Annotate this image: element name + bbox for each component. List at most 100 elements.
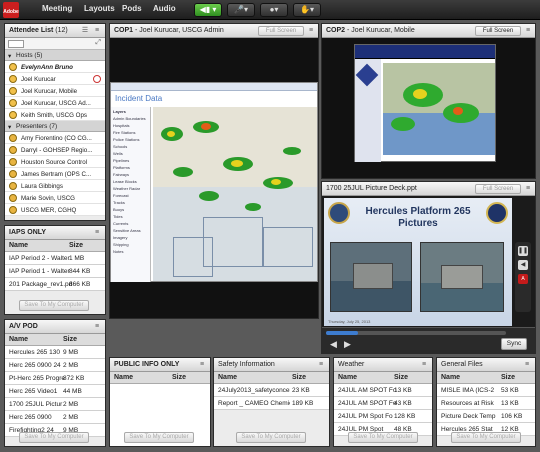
file-row[interactable]: MISLE IMA (ICS-2 53 KB bbox=[437, 384, 535, 397]
size-column-header[interactable]: Size bbox=[69, 242, 83, 249]
file-row[interactable]: Picture Deck Temp 106 KB bbox=[437, 410, 535, 423]
layer-item[interactable]: Tides bbox=[113, 214, 123, 219]
attendee-row[interactable]: Joel Kurucar, Mobile bbox=[5, 85, 105, 97]
layer-item[interactable]: Currents bbox=[113, 221, 128, 226]
expand-icon[interactable]: ⤢ bbox=[95, 39, 101, 47]
hosts-group[interactable]: ▾ Hosts (5) bbox=[5, 50, 105, 61]
layer-item[interactable]: Layers bbox=[113, 109, 126, 114]
file-row[interactable]: Hercules 265 130 9 MB bbox=[5, 346, 105, 359]
pod-menu-icon[interactable]: ≡ bbox=[93, 229, 101, 237]
volume-icon[interactable]: ◀ bbox=[518, 260, 528, 270]
attendee-row[interactable]: James Bertram (OPS C... bbox=[5, 168, 105, 180]
size-column-header[interactable]: Size bbox=[292, 374, 306, 381]
layer-item[interactable]: Platforms bbox=[113, 165, 130, 170]
name-column-header[interactable]: Name bbox=[9, 336, 28, 343]
attendee-row[interactable]: Joel Kurucar, USCG Ad... bbox=[5, 97, 105, 109]
layer-item[interactable]: Schools bbox=[113, 144, 127, 149]
layer-item[interactable]: Shipping bbox=[113, 242, 129, 247]
layer-item[interactable]: Tracks bbox=[113, 200, 125, 205]
layer-item[interactable]: Pipelines bbox=[113, 158, 129, 163]
name-column-header[interactable]: Name bbox=[441, 374, 460, 381]
file-row[interactable]: 1700 25JUL Pictur 2 MB bbox=[5, 398, 105, 411]
file-row[interactable]: Pt-Herc 265 Progre 872 KB bbox=[5, 372, 105, 385]
file-row[interactable]: 24July2013_safetyconcern-r23 KB bbox=[214, 384, 329, 397]
file-row[interactable]: 201 Package_rev1.pd 866 KB bbox=[5, 278, 105, 291]
file-row[interactable]: Herc 265 Video1 44 MB bbox=[5, 385, 105, 398]
file-row[interactable]: Herc 265 0900 24 2 MB bbox=[5, 359, 105, 372]
attendee-row[interactable]: Darryl - GOHSEP Regio... bbox=[5, 144, 105, 156]
layer-item[interactable]: Fairways bbox=[113, 172, 129, 177]
attendee-row[interactable]: EvelynAnn Bruno bbox=[5, 61, 105, 73]
full-screen-button[interactable]: Full Screen bbox=[475, 184, 521, 194]
layer-item[interactable]: Imagery bbox=[113, 235, 127, 240]
menu-audio[interactable]: Audio bbox=[153, 4, 176, 13]
menu-pods[interactable]: Pods bbox=[122, 4, 142, 13]
attendee-row[interactable]: Keith Smith, USCG Ops bbox=[5, 109, 105, 121]
attendee-row[interactable]: Amy Fiorentino (CO CG... bbox=[5, 132, 105, 144]
previous-slide-icon[interactable]: ◀ bbox=[330, 339, 337, 350]
radar-map[interactable] bbox=[383, 63, 495, 155]
save-to-computer-button[interactable]: Save To My Computer bbox=[124, 432, 194, 443]
pod-menu-icon[interactable]: ≡ bbox=[198, 361, 206, 369]
attendee-row[interactable]: Joel Kurucar bbox=[5, 73, 105, 85]
full-screen-button[interactable]: Full Screen bbox=[475, 26, 521, 36]
save-to-computer-button[interactable]: Save To My Computer bbox=[236, 432, 306, 443]
save-to-computer-button[interactable]: Save To My Computer bbox=[451, 432, 521, 443]
pod-menu-icon[interactable]: ≡ bbox=[523, 361, 531, 369]
attendee-row[interactable]: Houston Source Control bbox=[5, 156, 105, 168]
file-row[interactable]: 24JUL AM SPOT Fo 43 KB bbox=[334, 397, 432, 410]
speaker-toggle-button[interactable]: ◀▮ ▾ bbox=[194, 3, 222, 17]
layer-item[interactable]: Notes bbox=[113, 249, 123, 254]
layer-item[interactable]: Sensitive Areas bbox=[113, 228, 141, 233]
incident-map[interactable] bbox=[153, 107, 317, 281]
attendee-row[interactable]: Marie Sovin, USCG bbox=[5, 192, 105, 204]
name-column-header[interactable]: Name bbox=[338, 374, 357, 381]
save-to-computer-button[interactable]: Save To My Computer bbox=[19, 300, 89, 311]
size-column-header[interactable]: Size bbox=[501, 374, 515, 381]
file-row[interactable]: 24JUL AM SPOT Fo 13 KB bbox=[334, 384, 432, 397]
file-row[interactable]: IAP Period 2 - Walter 1 MB bbox=[5, 252, 105, 265]
pod-menu-icon[interactable]: ≡ bbox=[93, 323, 101, 331]
file-row[interactable]: Herc 265 0900 2 MB bbox=[5, 411, 105, 424]
file-row[interactable]: IAP Period 1 - Walter 844 KB bbox=[5, 265, 105, 278]
layer-item[interactable]: Police Stations bbox=[113, 137, 139, 142]
camera-button[interactable]: ●▾ bbox=[260, 3, 288, 17]
size-column-header[interactable]: Size bbox=[63, 336, 77, 343]
pod-menu-icon[interactable]: ≡ bbox=[317, 361, 325, 369]
save-to-computer-button[interactable]: Save To My Computer bbox=[348, 432, 418, 443]
name-column-header[interactable]: Name bbox=[9, 242, 28, 249]
pod-menu-icon[interactable]: ≡ bbox=[93, 27, 101, 35]
layer-item[interactable]: Lease Blocks bbox=[113, 179, 137, 184]
name-column-header[interactable]: Name bbox=[218, 374, 237, 381]
status-dropdown[interactable] bbox=[8, 40, 24, 48]
pod-menu-icon[interactable]: ≡ bbox=[420, 361, 428, 369]
attendee-row[interactable]: Laura Gibbings bbox=[5, 180, 105, 192]
size-column-header[interactable]: Size bbox=[172, 374, 186, 381]
size-column-header[interactable]: Size bbox=[394, 374, 408, 381]
layer-item[interactable]: Weather Radar bbox=[113, 186, 140, 191]
layer-item[interactable]: Forecast bbox=[113, 193, 129, 198]
layer-item[interactable]: Fire Stations bbox=[113, 130, 135, 135]
layer-item[interactable]: Wells bbox=[113, 151, 123, 156]
pod-menu-icon[interactable]: ≡ bbox=[524, 27, 532, 35]
save-to-computer-button[interactable]: Save To My Computer bbox=[19, 432, 89, 443]
microphone-button[interactable]: 🎤▾ bbox=[227, 3, 255, 17]
full-screen-button[interactable]: Full Screen bbox=[258, 26, 304, 36]
attendee-row[interactable]: USCG MER, CGHQ bbox=[5, 204, 105, 216]
file-row[interactable]: Resources at Risk 13 KB bbox=[437, 397, 535, 410]
file-row[interactable]: Report _ CAMEO Chemicals189 KB bbox=[214, 397, 329, 410]
menu-layouts[interactable]: Layouts bbox=[84, 4, 115, 13]
name-column-header[interactable]: Name bbox=[114, 374, 133, 381]
layer-item[interactable]: Hospitals bbox=[113, 123, 129, 128]
next-slide-icon[interactable]: ▶ bbox=[344, 339, 351, 350]
slide-progress-track[interactable] bbox=[326, 331, 506, 335]
menu-meeting[interactable]: Meeting bbox=[42, 4, 72, 13]
presenters-group[interactable]: ▾ Presenters (7) bbox=[5, 121, 105, 132]
list-view-icon[interactable]: ☰ bbox=[81, 27, 89, 35]
layer-item[interactable]: Buoys bbox=[113, 207, 124, 212]
pod-menu-icon[interactable]: ≡ bbox=[524, 185, 532, 193]
sync-button[interactable]: Sync bbox=[501, 338, 527, 350]
layer-item[interactable]: Admin Boundaries bbox=[113, 116, 146, 121]
pod-menu-icon[interactable]: ≡ bbox=[307, 27, 315, 35]
pause-icon[interactable]: ❚❚ bbox=[518, 246, 528, 256]
